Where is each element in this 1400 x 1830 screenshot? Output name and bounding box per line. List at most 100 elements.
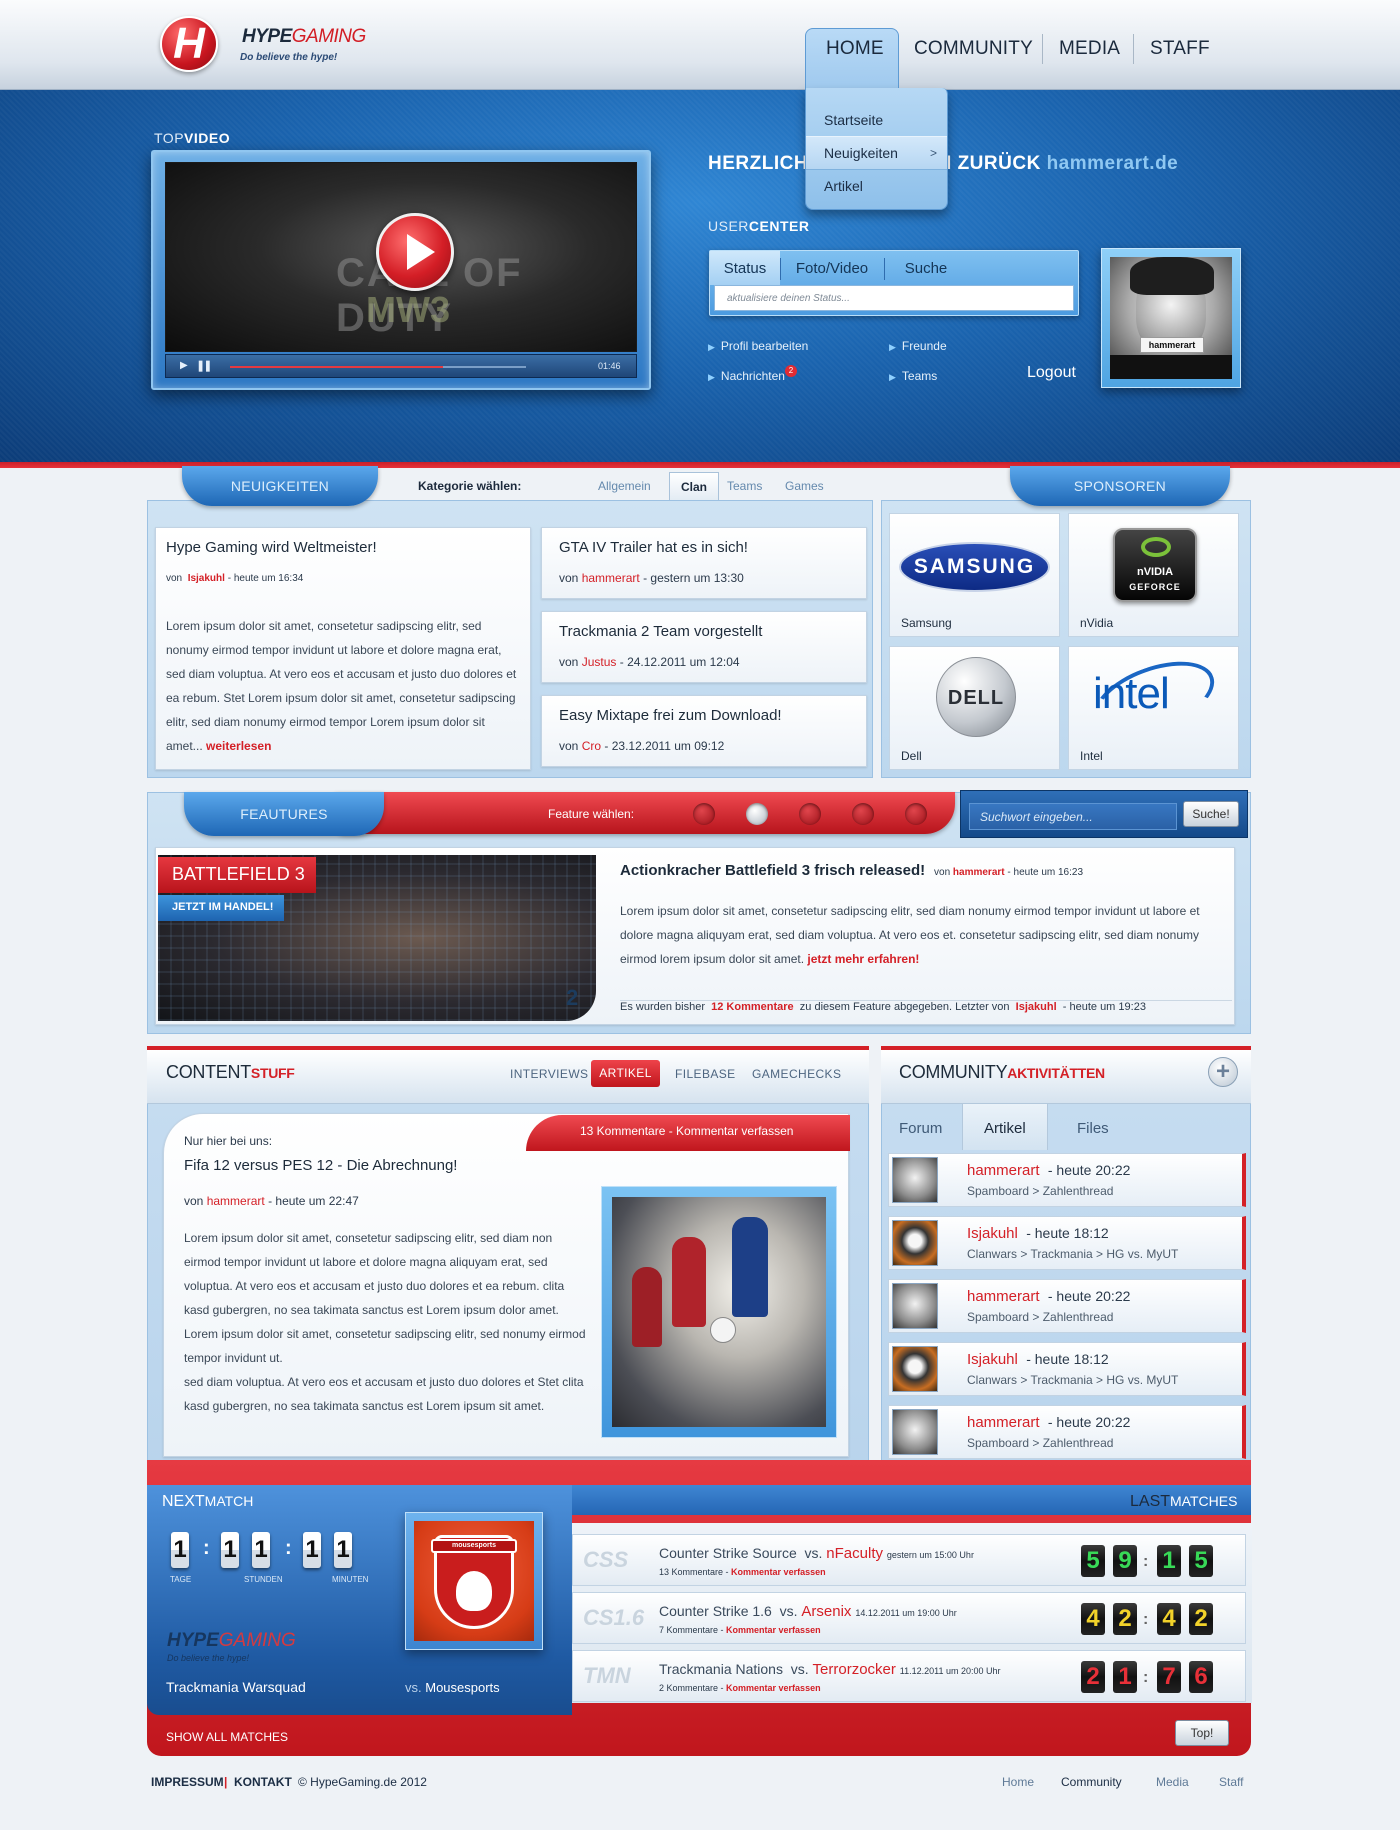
dropdown-item-artikel[interactable]: Artikel	[806, 170, 947, 204]
home-team[interactable]: Trackmania Warsquad	[166, 1679, 306, 1695]
link-nachrichten[interactable]: ▶ Nachrichten 2	[708, 365, 797, 383]
category-allgemein[interactable]: Allgemein	[598, 479, 651, 493]
back-to-top-button[interactable]: Top!	[1175, 1720, 1229, 1746]
tab-forum[interactable]: Forum	[899, 1120, 942, 1137]
news-item-card[interactable]: Easy Mixtape frei zum Download! von Cro …	[541, 695, 867, 767]
news-item-title[interactable]: Easy Mixtape frei zum Download!	[559, 707, 782, 724]
comments-count[interactable]: 7 Kommentare	[659, 1625, 718, 1635]
logo-icon[interactable]: H	[160, 16, 218, 72]
sponsor-dell[interactable]: DELL Dell	[889, 646, 1060, 770]
write-comment-link[interactable]: Kommentar verfassen	[726, 1683, 821, 1693]
status-input[interactable]: aktualisiere deinen Status...	[714, 285, 1074, 311]
activity-path[interactable]: Clanwars > Trackmania > HG vs. MyUT	[967, 1247, 1178, 1261]
match-opponent[interactable]: Arsenix	[801, 1603, 851, 1620]
nav-home[interactable]: HOME	[826, 38, 884, 60]
news-main-card[interactable]: Hype Gaming wird Weltmeister! von Isjaku…	[155, 527, 531, 770]
link-profil-bearbeiten[interactable]: ▶ Profil bearbeiten	[708, 339, 808, 353]
activity-username[interactable]: Isjakuhl	[967, 1225, 1018, 1242]
logo-text[interactable]: HYPEGAMING	[242, 26, 366, 48]
article-image-frame[interactable]	[601, 1186, 837, 1438]
news-item-card[interactable]: GTA IV Trailer hat es in sich! von hamme…	[541, 527, 867, 599]
news-main-title[interactable]: Hype Gaming wird Weltmeister!	[166, 539, 377, 556]
features-tab[interactable]: FEAUTURES	[184, 792, 384, 836]
tab-suche[interactable]: Suche	[886, 251, 966, 285]
feature-dot[interactable]	[693, 803, 715, 825]
activity-username[interactable]: hammerart	[967, 1414, 1040, 1431]
footer-link-staff[interactable]: Staff	[1219, 1775, 1243, 1789]
news-main-user[interactable]: Isjakuhl	[188, 573, 225, 584]
video-screen[interactable]: CALL OF DUTY MW3	[165, 162, 637, 352]
feature-more-link[interactable]: jetzt mehr erfahren!	[807, 952, 919, 966]
away-team[interactable]: Mousesports	[425, 1680, 499, 1695]
read-more-link[interactable]: weiterlesen	[206, 739, 271, 753]
footer-link-media[interactable]: Media	[1156, 1775, 1189, 1789]
category-teams[interactable]: Teams	[727, 479, 762, 493]
feature-dot-active[interactable]	[746, 803, 768, 825]
nav-staff[interactable]: STAFF	[1150, 38, 1210, 60]
footer-link-home[interactable]: Home	[1002, 1775, 1034, 1789]
feature-dot[interactable]	[852, 803, 874, 825]
article-title[interactable]: Fifa 12 versus PES 12 - Die Abrechnung!	[184, 1157, 457, 1174]
activity-avatar[interactable]	[892, 1220, 938, 1266]
news-item-title[interactable]: Trackmania 2 Team vorgestellt	[559, 623, 762, 640]
tab-interviews[interactable]: INTERVIEWS	[510, 1067, 588, 1081]
news-item-card[interactable]: Trackmania 2 Team vorgestellt von Justus…	[541, 611, 867, 683]
write-comment-link[interactable]: Kommentar verfassen	[726, 1625, 821, 1635]
dropdown-item-startseite[interactable]: Startseite	[806, 104, 947, 138]
tab-foto-video[interactable]: Foto/Video	[782, 251, 882, 285]
feature-user[interactable]: hammerart	[953, 867, 1005, 878]
article-user[interactable]: hammerart	[207, 1194, 265, 1208]
activity-path[interactable]: Clanwars > Trackmania > HG vs. MyUT	[967, 1373, 1178, 1387]
search-input[interactable]: Suchwort eingeben...	[969, 803, 1177, 830]
play-icon[interactable]	[376, 213, 454, 291]
sponsor-nvidia[interactable]: nVIDIA GEFORCE nVidia	[1068, 513, 1239, 637]
dropdown-item-neuigkeiten[interactable]: Neuigkeiten >	[806, 136, 947, 170]
footer-impressum[interactable]: IMPRESSUM	[151, 1775, 224, 1789]
activity-item[interactable]: Isjakuhl - heute 18:12 Clanwars > Trackm…	[888, 1342, 1246, 1396]
match-row[interactable]: TMN Trackmania Nations vs. Terrorzocker …	[572, 1650, 1246, 1702]
category-games[interactable]: Games	[785, 479, 824, 493]
sponsors-tab[interactable]: SPONSOREN	[1010, 466, 1230, 506]
activity-path[interactable]: Spamboard > Zahlenthread	[967, 1436, 1113, 1450]
tab-status[interactable]: Status	[710, 251, 780, 285]
activity-item[interactable]: hammerart - heute 20:22 Spamboard > Zahl…	[888, 1405, 1246, 1459]
activity-avatar[interactable]	[892, 1157, 938, 1203]
user-avatar[interactable]: hammerart	[1101, 248, 1241, 388]
match-row[interactable]: CSS Counter Strike Source vs. nFaculty g…	[572, 1534, 1246, 1586]
feature-dot[interactable]	[905, 803, 927, 825]
video-player[interactable]: CALL OF DUTY MW3 ▶ ❚❚ 01:46	[151, 150, 651, 390]
news-item-user[interactable]: hammerart	[582, 571, 640, 585]
news-item-user[interactable]: Justus	[582, 655, 617, 669]
feature-comments-link[interactable]: 12 Kommentare	[711, 1001, 794, 1013]
footer-kontakt[interactable]: KONTAKT	[234, 1775, 292, 1789]
article-comments-banner[interactable]: 13 Kommentare - Kommentar verfassen	[526, 1115, 850, 1151]
news-tab[interactable]: NEUIGKEITEN	[182, 466, 378, 506]
sponsor-intel[interactable]: intel Intel	[1068, 646, 1239, 770]
nav-media[interactable]: MEDIA	[1059, 38, 1120, 60]
activity-avatar[interactable]	[892, 1409, 938, 1455]
link-teams[interactable]: ▶ Teams	[889, 369, 937, 383]
nav-community[interactable]: COMMUNITY	[914, 38, 1033, 60]
write-comment-link[interactable]: Kommentar verfassen	[731, 1567, 826, 1577]
comments-count[interactable]: 2 Kommentare	[659, 1683, 718, 1693]
tab-artikel-community[interactable]: Artikel	[984, 1120, 1026, 1137]
activity-avatar[interactable]	[892, 1346, 938, 1392]
tab-filebase[interactable]: FILEBASE	[675, 1067, 736, 1081]
activity-item[interactable]: Isjakuhl - heute 18:12 Clanwars > Trackm…	[888, 1216, 1246, 1270]
logout-link[interactable]: Logout	[1027, 364, 1076, 382]
tab-gamechecks[interactable]: GAMECHECKS	[752, 1067, 841, 1081]
feature-last-user[interactable]: Isjakuhl	[1016, 1001, 1057, 1013]
tab-artikel[interactable]: ARTIKEL	[591, 1060, 660, 1087]
footer-link-community[interactable]: Community	[1061, 1775, 1122, 1789]
pause-icon[interactable]: ❚❚	[196, 359, 213, 372]
sponsor-samsung[interactable]: SAMSUNG Samsung	[889, 513, 1060, 637]
activity-item[interactable]: hammerart - heute 20:22 Spamboard > Zahl…	[888, 1279, 1246, 1333]
activity-username[interactable]: hammerart	[967, 1288, 1040, 1305]
match-opponent[interactable]: Terrorzocker	[813, 1661, 896, 1678]
activity-path[interactable]: Spamboard > Zahlenthread	[967, 1184, 1113, 1198]
news-item-user[interactable]: Cro	[582, 739, 601, 753]
comments-count[interactable]: 13 Kommentare	[659, 1567, 723, 1577]
link-freunde[interactable]: ▶ Freunde	[889, 339, 947, 353]
category-clan[interactable]: Clan	[669, 472, 719, 500]
tab-files[interactable]: Files	[1077, 1120, 1109, 1137]
